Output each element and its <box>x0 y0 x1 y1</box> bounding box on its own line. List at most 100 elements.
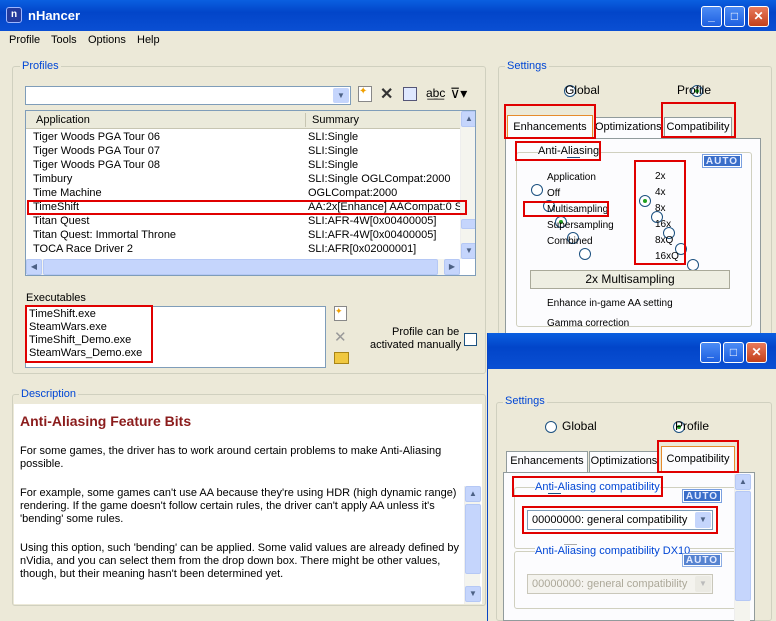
compat-settings-label: Settings <box>503 395 547 407</box>
maximize-button[interactable]: □ <box>724 6 745 27</box>
row-application: Tiger Woods PGA Tour 07 <box>33 145 160 157</box>
compat-tab-enhancements[interactable]: Enhancements <box>506 451 588 472</box>
scroll-down-icon[interactable]: ▼ <box>461 243 475 259</box>
hscroll-thumb[interactable] <box>43 259 438 275</box>
menu-help[interactable]: Help <box>137 34 160 46</box>
filter-icon[interactable]: ⊽▾ <box>450 85 467 102</box>
manual-activation-checkbox[interactable] <box>464 333 477 346</box>
description-scrollbar[interactable]: ▲ ▼ <box>464 486 481 604</box>
description-paragraph-3: Using this option, such 'bending' can be… <box>20 542 459 580</box>
scroll-left-icon[interactable]: ◀ <box>26 259 42 275</box>
aa-compat-auto-button[interactable]: AUTO <box>682 489 722 503</box>
tab-enhancements-highlight <box>504 104 596 139</box>
row-application: Titan Quest: Immortal Throne <box>33 229 177 241</box>
compat-window: _ □ ✕ Settings Global Profile Enhancemen… <box>487 333 776 621</box>
close-button[interactable]: ✕ <box>748 6 769 27</box>
compat-close-button[interactable]: ✕ <box>746 342 767 363</box>
delete-icon[interactable]: ✕ <box>380 84 393 104</box>
table-row[interactable]: Titan Quest: Immortal Throne SLI:AFR-4W[0… <box>26 228 460 242</box>
add-exe-icon[interactable]: ✦ <box>334 306 347 321</box>
compat-global-label: Global <box>562 419 597 433</box>
table-row[interactable]: Time Machine OGLCompat:2000 <box>26 186 460 200</box>
tab-optimizations[interactable]: Optimizations <box>594 117 662 138</box>
row-summary: SLI:Single <box>308 145 359 157</box>
row-summary: SLI:Single <box>308 131 359 143</box>
minimize-button[interactable]: _ <box>701 6 722 27</box>
folder-icon[interactable] <box>334 352 349 364</box>
compat-scroll-thumb[interactable] <box>735 491 751 601</box>
compat-tab-optimizations[interactable]: Optimizations <box>589 451 659 472</box>
executable-item[interactable]: TimeShift_Demo.exe <box>29 334 131 346</box>
row-summary: OGLCompat:2000 <box>308 187 398 199</box>
menu-tools[interactable]: Tools <box>51 34 77 46</box>
column-summary[interactable]: Summary <box>312 114 359 126</box>
description-heading: Anti-Aliasing Feature Bits <box>20 413 192 429</box>
app-icon: n <box>6 7 22 23</box>
aa-mode-radio[interactable] <box>531 184 543 197</box>
scroll-thumb[interactable] <box>461 219 475 229</box>
profile-list[interactable]: Application Summary Tiger Woods PGA Tour… <box>25 110 476 276</box>
row-application: Time Machine <box>33 187 102 199</box>
multisampling-highlight <box>523 201 609 217</box>
column-application[interactable]: Application <box>36 114 90 126</box>
new-profile-icon[interactable]: ✦ <box>358 86 372 102</box>
desc-scroll-up-icon[interactable]: ▲ <box>465 486 481 502</box>
table-row[interactable]: Tiger Woods PGA Tour 08 SLI:Single <box>26 158 460 172</box>
row-summary: SLI:Single OGLCompat:2000 <box>308 173 451 185</box>
table-row[interactable]: TOCA Race Driver 2 SLI:AFR[0x02000001] <box>26 242 460 256</box>
profile-search-combo[interactable]: ▼ <box>25 86 351 105</box>
description-paragraph-1: For some games, the driver has to work a… <box>20 445 442 470</box>
table-row[interactable]: Titan Quest SLI:AFR-4W[0x00400005] <box>26 214 460 228</box>
manual-label-1: Profile can be <box>392 326 460 338</box>
description-label: Description <box>19 388 79 400</box>
desc-scroll-down-icon[interactable]: ▼ <box>465 586 481 602</box>
enhance-label: Enhance in-game AA setting <box>547 298 673 309</box>
compat-tab-highlight <box>657 440 739 473</box>
row-application: Titan Quest <box>33 215 90 227</box>
copy-icon[interactable] <box>403 87 417 101</box>
scroll-up-icon[interactable]: ▲ <box>461 111 475 127</box>
executable-item[interactable]: SteamWars_Demo.exe <box>29 347 142 359</box>
row-summary: SLI:AFR[0x02000001] <box>308 243 417 255</box>
aa-mode-radio[interactable] <box>579 248 591 261</box>
menu-bar: Profile Tools Options Help <box>0 31 776 50</box>
menu-options[interactable]: Options <box>88 34 126 46</box>
executable-item[interactable]: SteamWars.exe <box>29 321 107 333</box>
list-header: Application Summary <box>26 111 460 129</box>
executables-label: Executables <box>26 292 86 304</box>
aa-mode-label: Off <box>547 188 561 199</box>
row-application: Timbury <box>33 173 73 185</box>
desc-scroll-thumb[interactable] <box>465 504 481 574</box>
compat-maximize-button[interactable]: □ <box>723 342 744 363</box>
table-row[interactable]: Tiger Woods PGA Tour 07 SLI:Single <box>26 144 460 158</box>
aa-mode-label: Combined <box>547 236 593 247</box>
scroll-right-icon[interactable]: ▶ <box>444 259 460 275</box>
aa-compat-dx10-auto-button[interactable]: AUTO <box>682 553 722 567</box>
compat-dx10-chevron-down-icon[interactable]: ▼ <box>695 576 711 592</box>
menu-profile[interactable]: Profile <box>9 34 40 46</box>
compat-scroll-up-icon[interactable]: ▲ <box>735 474 751 490</box>
rename-icon[interactable]: a͟b͟c <box>426 86 445 100</box>
gamma-label: Gamma correction <box>547 318 630 329</box>
row-application: Tiger Woods PGA Tour 08 <box>33 159 160 171</box>
table-row[interactable]: Tiger Woods PGA Tour 06 SLI:Single <box>26 130 460 144</box>
profiles-label: Profiles <box>20 60 61 72</box>
aa-summary-button[interactable]: 2x Multisampling <box>530 270 730 289</box>
aa-mode-label: Supersampling <box>547 220 614 231</box>
aa-compat-highlight <box>512 476 663 497</box>
aa-compat-dx10-combo[interactable]: 00000000: general compatibility ▼ <box>527 574 713 594</box>
compat-scrollbar[interactable]: ▲ <box>734 474 751 621</box>
remove-exe-icon[interactable]: ✕ <box>334 328 347 346</box>
aa-auto-button[interactable]: AUTO <box>702 154 742 168</box>
table-row[interactable]: Timbury SLI:Single OGLCompat:2000 <box>26 172 460 186</box>
row-summary: SLI:AFR-4W[0x00400005] <box>308 215 437 227</box>
executable-item[interactable]: TimeShift.exe <box>29 308 96 320</box>
chevron-down-icon[interactable]: ▼ <box>333 88 349 103</box>
horizontal-scrollbar[interactable]: ◀ ▶ <box>26 259 460 275</box>
aa-compat-dx10-label: Anti-Aliasing compatibility DX10 <box>535 545 691 557</box>
compat-profile-label: Profile <box>675 419 710 433</box>
compat-minimize-button[interactable]: _ <box>700 342 721 363</box>
compat-global-radio[interactable] <box>545 420 557 433</box>
aa-compat-combo-highlight <box>522 506 718 534</box>
list-scrollbar[interactable]: ▲ ▼ <box>460 111 475 259</box>
